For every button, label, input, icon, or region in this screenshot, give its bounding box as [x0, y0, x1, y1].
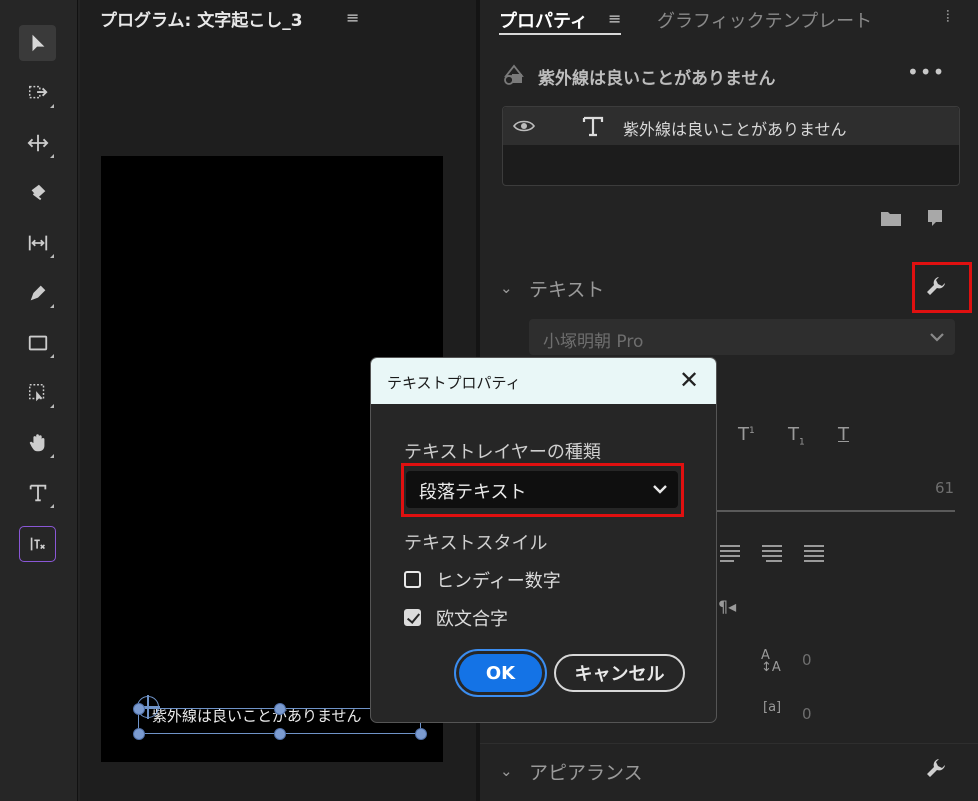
chevron-down-icon [653, 485, 667, 494]
kerning-value[interactable]: 0 [802, 705, 812, 723]
active-tab-indicator [499, 33, 621, 35]
layer-type-label: テキストレイヤーの種類 [404, 442, 601, 463]
font-size-slider[interactable] [717, 510, 955, 512]
resize-handle[interactable] [133, 728, 145, 740]
resize-handle[interactable] [274, 728, 286, 740]
dialog-title: テキストプロパティ [387, 374, 521, 392]
cancel-button[interactable]: キャンセル [554, 654, 685, 692]
underline-icon[interactable]: T [838, 424, 849, 445]
chevron-down-icon[interactable]: ⌄ [500, 762, 513, 780]
more-options-icon[interactable]: ••• [907, 60, 945, 84]
text-style-label: テキストスタイル [404, 533, 548, 554]
tracking-icon: A ↕A [761, 648, 781, 675]
graphic-layer-icon [504, 64, 524, 85]
superscript-icon[interactable]: T1 [738, 424, 755, 445]
tracking-value[interactable]: 0 [802, 651, 812, 669]
resize-handle[interactable] [415, 728, 427, 740]
paragraph-direction-icon[interactable]: ¶◂ [718, 597, 736, 616]
program-monitor-title: プログラム: 文字起こし_3 [100, 11, 303, 31]
wrench-icon[interactable] [925, 757, 947, 779]
remix-tool-icon[interactable] [19, 375, 56, 411]
tab-graphic-templates[interactable]: グラフィックテンプレート [657, 7, 872, 33]
justify-icons[interactable] [720, 544, 824, 562]
layer-list: 紫外線は良いことがありません [502, 106, 960, 186]
subscript-icon[interactable]: T1 [788, 424, 805, 448]
text-layer-icon [582, 116, 604, 137]
ripple-edit-tool-icon[interactable] [19, 125, 56, 161]
resize-handle[interactable] [133, 703, 145, 715]
text-properties-dialog: テキストプロパティ ✕ テキストレイヤーの種類 段落テキスト テキストスタイル … [370, 357, 717, 723]
tab-properties[interactable]: プロパティ [499, 7, 588, 33]
wrench-highlight-box [912, 262, 972, 313]
generative-extend-tool-icon[interactable] [19, 526, 56, 562]
type-tool-icon[interactable] [19, 475, 56, 511]
rectangle-tool-icon[interactable] [19, 325, 56, 361]
resize-handle[interactable] [274, 703, 286, 715]
pen-tool-icon[interactable] [19, 275, 56, 311]
tools-panel [0, 0, 78, 801]
track-select-tool-icon[interactable] [19, 75, 56, 111]
font-family-value: 小塚明朝 Pro [543, 332, 644, 352]
hindi-digits-label[interactable]: ヒンディー数字 [436, 567, 561, 593]
razor-tool-icon[interactable] [19, 175, 56, 211]
section-divider [480, 743, 978, 744]
chevron-down-icon [930, 333, 944, 342]
properties-menu-icon[interactable]: ≡ [608, 9, 621, 28]
dialog-titlebar[interactable]: テキストプロパティ ✕ [371, 358, 716, 404]
eye-icon[interactable] [513, 118, 535, 134]
ligatures-label[interactable]: 欧文合字 [436, 605, 508, 631]
ok-button[interactable]: OK [459, 654, 542, 692]
hindi-digits-checkbox[interactable] [404, 571, 421, 588]
layer-title: 紫外線は良いことがありません [538, 69, 776, 89]
layer-type-dropdown[interactable]: 段落テキスト [406, 471, 678, 508]
font-family-dropdown[interactable]: 小塚明朝 Pro [529, 319, 955, 355]
kerning-icon: [a] [763, 700, 782, 715]
font-size-value[interactable]: 61 [935, 479, 954, 497]
folder-icon[interactable] [880, 209, 902, 227]
program-menu-icon[interactable]: ≡ [346, 8, 359, 27]
close-icon[interactable]: ✕ [679, 366, 699, 394]
panel-overflow-icon[interactable]: ⦙ [946, 7, 950, 27]
layer-row[interactable]: 紫外線は良いことがありません [503, 107, 959, 145]
slip-tool-icon[interactable] [19, 225, 56, 261]
layer-name: 紫外線は良いことがありません [623, 120, 847, 139]
ligatures-checkbox[interactable] [404, 609, 421, 626]
hand-tool-icon[interactable] [19, 425, 56, 461]
appearance-section-title[interactable]: アピアランス [529, 758, 643, 785]
selection-tool-icon[interactable] [19, 25, 56, 61]
chevron-down-icon[interactable]: ⌄ [500, 279, 513, 297]
layer-type-value: 段落テキスト [419, 482, 527, 503]
text-section-title[interactable]: テキスト [529, 275, 604, 302]
new-layer-icon[interactable] [925, 208, 945, 228]
